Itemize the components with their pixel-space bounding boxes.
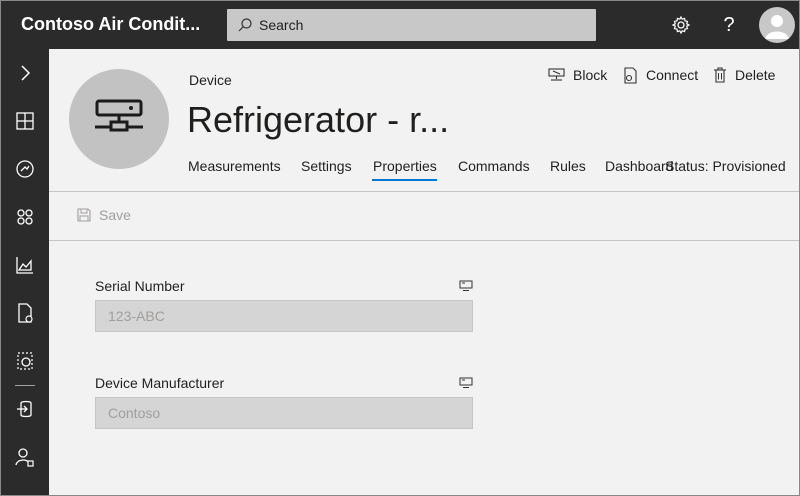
administration-icon[interactable] xyxy=(13,445,37,469)
expand-chevron-icon[interactable] xyxy=(13,61,37,85)
nav-divider xyxy=(15,385,35,386)
trash-icon xyxy=(714,67,726,83)
tab-settings[interactable]: Settings xyxy=(301,158,352,174)
user-avatar-icon xyxy=(765,15,789,39)
block-button[interactable]: Block xyxy=(548,65,607,85)
left-nav xyxy=(1,49,49,495)
save-label: Save xyxy=(99,207,131,223)
tab-dashboard[interactable]: Dashboard xyxy=(605,158,674,174)
user-avatar[interactable] xyxy=(759,7,795,43)
analytics-icon[interactable] xyxy=(13,253,37,277)
block-icon xyxy=(548,68,565,81)
block-label: Block xyxy=(573,67,608,83)
serial-number-label: Serial Number xyxy=(95,278,185,294)
search-icon xyxy=(238,18,252,32)
tab-commands[interactable]: Commands xyxy=(458,158,530,174)
status-text: Status: Provisioned xyxy=(665,158,786,174)
save-icon xyxy=(77,208,91,222)
data-export-icon[interactable] xyxy=(13,397,37,421)
device-manufacturer-field[interactable]: Contoso xyxy=(95,397,473,429)
active-tab-indicator xyxy=(372,179,437,181)
delete-button[interactable]: Delete xyxy=(713,65,775,85)
command-bar: Save xyxy=(49,193,799,241)
jobs-icon[interactable] xyxy=(13,301,37,325)
device-avatar xyxy=(69,69,169,169)
app-window: Contoso Air Condit... Search ? Device Re… xyxy=(0,0,800,496)
search-box[interactable]: Search xyxy=(227,9,596,41)
serial-number-field[interactable]: 123-ABC xyxy=(95,300,473,332)
delete-label: Delete xyxy=(735,67,776,83)
cloud-property-icon xyxy=(459,280,473,291)
device-header: Device Refrigerator - r... Block Connect xyxy=(49,49,799,192)
tab-measurements[interactable]: Measurements xyxy=(188,158,281,174)
search-placeholder: Search xyxy=(259,17,304,33)
connect-button[interactable]: Connect xyxy=(623,65,698,85)
device-type-icon xyxy=(95,99,143,132)
device-groups-icon[interactable] xyxy=(13,205,37,229)
tab-rules[interactable]: Rules xyxy=(550,158,586,174)
device-manufacturer-label: Device Manufacturer xyxy=(95,375,225,391)
gear-icon[interactable] xyxy=(669,13,693,37)
help-icon[interactable]: ? xyxy=(717,13,741,37)
app-title[interactable]: Contoso Air Condit... xyxy=(21,14,200,35)
connect-label: Connect xyxy=(646,67,699,83)
tab-properties[interactable]: Properties xyxy=(373,158,437,174)
connect-icon xyxy=(624,66,637,84)
cloud-property-icon xyxy=(459,377,473,388)
device-icon[interactable] xyxy=(13,157,37,181)
device-kind-label: Device xyxy=(189,72,232,88)
device-title: Refrigerator - r... xyxy=(187,99,450,140)
dashboard-icon[interactable] xyxy=(13,109,37,133)
device-templates-icon[interactable] xyxy=(13,349,37,373)
top-bar: Contoso Air Condit... Search ? xyxy=(1,1,799,49)
save-button[interactable]: Save xyxy=(77,207,131,223)
